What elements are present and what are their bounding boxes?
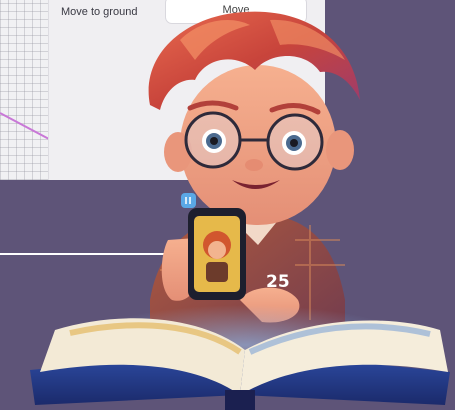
page-number: 25	[266, 272, 290, 292]
illustration	[30, 11, 450, 410]
right-ear	[326, 130, 354, 170]
phone-app-icon	[181, 193, 196, 208]
